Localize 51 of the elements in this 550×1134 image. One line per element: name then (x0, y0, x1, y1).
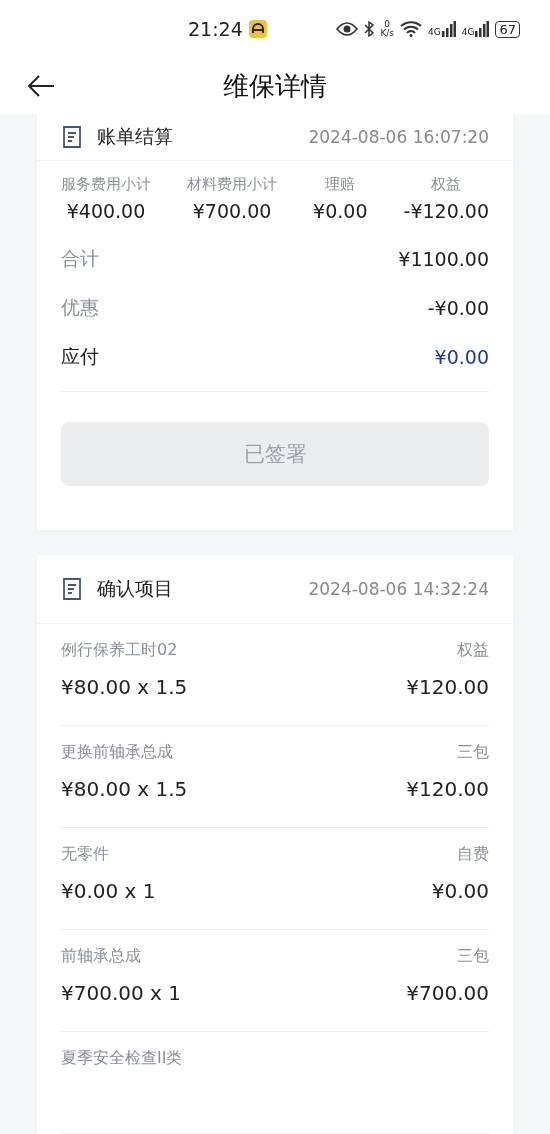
item-name: 前轴承总成 (61, 946, 141, 967)
subtotal-value: -¥120.00 (403, 200, 489, 223)
subtotal-value: ¥700.00 (192, 200, 272, 223)
item-name: 例行保养工时02 (61, 640, 178, 661)
network-type: 4G (428, 28, 441, 38)
item-name: 夏季安全检查II类 (61, 1048, 183, 1069)
card-title: 确认项目 (97, 576, 173, 601)
summary-value: ¥0.00 (434, 345, 489, 368)
clock: 21:24 (188, 18, 243, 41)
summary-label: 应付 (61, 343, 99, 369)
subtotal-value: ¥400.00 (66, 200, 146, 223)
wifi-icon (400, 21, 423, 38)
item-type: 权益 (457, 640, 489, 661)
item-type: 自费 (457, 844, 489, 865)
item-type: 三包 (457, 742, 489, 763)
receipt-icon (61, 125, 83, 150)
item-total: ¥700.00 (406, 981, 489, 1005)
item-price: ¥0.00 x 1 (61, 879, 156, 903)
card-time: 2024-08-06 16:07:20 (308, 127, 489, 148)
summary-label: 优惠 (61, 294, 99, 320)
signal-icon (475, 21, 490, 38)
app-notification-icon (248, 20, 267, 39)
item-type: 三包 (457, 946, 489, 967)
checklist-icon (61, 577, 83, 601)
item-price: ¥80.00 x 1.5 (61, 675, 188, 699)
page-title: 维保详情 (223, 69, 327, 103)
item-price: ¥700.00 x 1 (61, 981, 181, 1005)
item-price: ¥80.00 x 1.5 (61, 777, 188, 801)
subtotal-value: ¥0.00 (313, 200, 368, 223)
item-total: ¥120.00 (406, 675, 489, 699)
subtotal-label: 材料费用小计 (187, 175, 278, 195)
signal-icon (441, 21, 456, 38)
item-total: ¥120.00 (406, 777, 489, 801)
card-title: 账单结算 (97, 124, 173, 150)
network-type: 4G (461, 28, 475, 38)
summary-value: ¥1100.00 (398, 247, 489, 270)
network-speed: 0 (384, 20, 391, 30)
item-total: ¥0.00 (431, 879, 489, 903)
bluetooth-icon (364, 21, 375, 38)
summary-label: 合计 (61, 245, 99, 271)
subtotal-label: 服务费用小计 (61, 175, 151, 195)
subtotal-label: 权益 (431, 175, 462, 195)
item-name: 更换前轴承总成 (61, 742, 173, 763)
eye-icon (336, 22, 359, 37)
network-speed-unit: K/s (380, 29, 395, 39)
back-arrow-icon[interactable] (26, 74, 56, 99)
subtotal-label: 理赔 (325, 175, 356, 195)
item-name: 无零件 (61, 844, 109, 865)
battery-level: 67 (495, 20, 520, 38)
summary-value: -¥0.00 (427, 296, 489, 319)
card-time: 2024-08-06 14:32:24 (308, 579, 489, 599)
